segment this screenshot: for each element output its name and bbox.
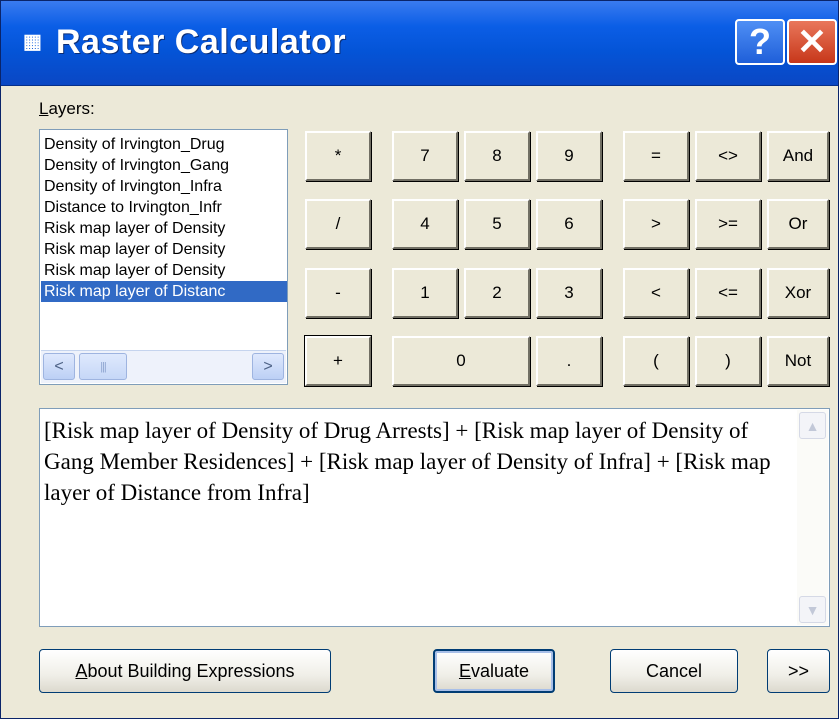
digit-5-button[interactable]: 5	[464, 199, 530, 249]
list-item[interactable]: Density of Irvington_Drug	[44, 134, 284, 155]
list-item[interactable]: Density of Irvington_Gang	[44, 155, 284, 176]
digit-8-button[interactable]: 8	[464, 131, 530, 181]
digit-7-button[interactable]: 7	[392, 131, 458, 181]
not-button[interactable]: Not	[767, 336, 829, 386]
list-item[interactable]: Risk map layer of Density	[44, 218, 284, 239]
not-equal-button[interactable]: <>	[695, 131, 761, 181]
multiply-button[interactable]: *	[305, 131, 371, 181]
decimal-button[interactable]: .	[536, 336, 602, 386]
greater-than-button[interactable]: >	[623, 199, 689, 249]
help-button[interactable]: ?	[735, 19, 785, 65]
minus-button[interactable]: -	[305, 268, 371, 318]
or-button[interactable]: Or	[767, 199, 829, 249]
less-equal-button[interactable]: <=	[695, 268, 761, 318]
list-item[interactable]: Risk map layer of Density	[44, 239, 284, 260]
digit-2-button[interactable]: 2	[464, 268, 530, 318]
list-item-selected[interactable]: Risk map layer of Distanc	[41, 281, 287, 302]
digit-6-button[interactable]: 6	[536, 199, 602, 249]
close-button[interactable]: ✕	[787, 19, 837, 65]
digit-4-button[interactable]: 4	[392, 199, 458, 249]
greater-equal-button[interactable]: >=	[695, 199, 761, 249]
layers-label-rest: ayers:	[48, 99, 95, 118]
plus-button[interactable]: +	[304, 335, 372, 387]
scroll-left-icon[interactable]: <	[43, 353, 75, 380]
scroll-right-icon[interactable]: >	[252, 353, 284, 380]
digit-9-button[interactable]: 9	[536, 131, 602, 181]
less-than-button[interactable]: <	[623, 268, 689, 318]
vertical-scrollbar[interactable]: ▲ ▼	[797, 410, 828, 625]
horizontal-scrollbar[interactable]: < ||| >	[41, 350, 286, 383]
digit-1-button[interactable]: 1	[392, 268, 458, 318]
title-bar[interactable]: ▦ Raster Calculator ? ✕	[1, 1, 838, 86]
about-building-expressions-button[interactable]: About Building Expressions	[39, 649, 331, 693]
scroll-up-icon[interactable]: ▲	[799, 412, 826, 439]
scroll-thumb[interactable]: |||	[79, 353, 127, 380]
evaluate-button[interactable]: Evaluate	[433, 649, 555, 693]
xor-button[interactable]: Xor	[767, 268, 829, 318]
list-item[interactable]: Distance to Irvington_Infr	[44, 197, 284, 218]
equals-button[interactable]: =	[623, 131, 689, 181]
scroll-down-icon[interactable]: ▼	[799, 596, 826, 623]
expression-text[interactable]: [Risk map layer of Density of Drug Arres…	[44, 415, 784, 508]
and-button[interactable]: And	[767, 131, 829, 181]
window-title: Raster Calculator	[56, 23, 347, 61]
close-paren-button[interactable]: )	[695, 336, 761, 386]
more-button[interactable]: >>	[767, 649, 830, 693]
list-item[interactable]: Risk map layer of Density	[44, 260, 284, 281]
digit-0-button[interactable]: 0	[392, 336, 530, 386]
raster-calculator-window: ▦ Raster Calculator ? ✕ Layers: Density …	[0, 0, 839, 719]
expression-textbox[interactable]: [Risk map layer of Density of Drug Arres…	[39, 408, 830, 627]
layers-label: Layers:	[39, 99, 95, 119]
digit-3-button[interactable]: 3	[536, 268, 602, 318]
open-paren-button[interactable]: (	[623, 336, 689, 386]
divide-button[interactable]: /	[305, 199, 371, 249]
layers-listbox[interactable]: Density of Irvington_Drug Density of Irv…	[39, 129, 288, 385]
calculator-grid-icon: ▦	[23, 31, 42, 53]
list-item[interactable]: Density of Irvington_Infra	[44, 176, 284, 197]
cancel-button[interactable]: Cancel	[610, 649, 738, 693]
